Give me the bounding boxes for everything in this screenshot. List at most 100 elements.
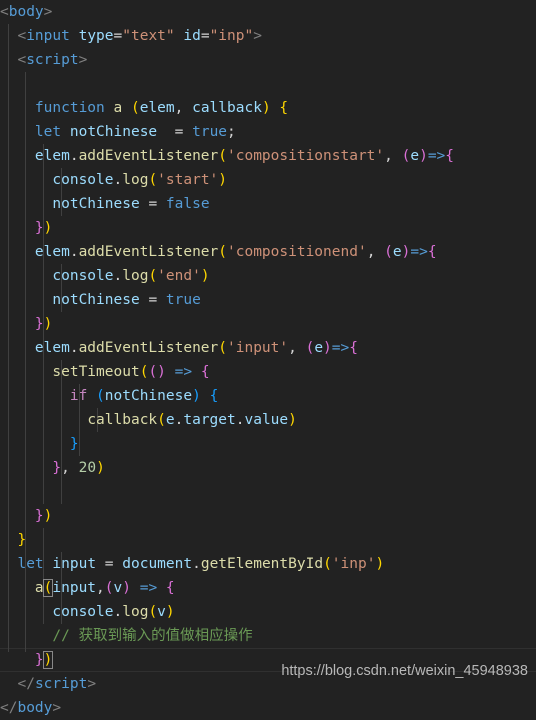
token-op: , — [288, 340, 297, 356]
token-var: elem — [34, 340, 70, 356]
token-var: notChinese — [104, 388, 193, 404]
code-line[interactable]: // 获取到输入的值做相应操作 — [0, 624, 536, 648]
code-editor[interactable]: <body> <input type="text" id="inp"> <scr… — [0, 0, 536, 716]
token-var: console — [52, 172, 114, 188]
code-line[interactable]: } — [0, 528, 536, 552]
token-bracket: ) — [192, 388, 201, 404]
code-line[interactable]: console.log('start') — [0, 168, 536, 192]
token-string: 'end' — [157, 268, 201, 284]
code-line[interactable]: elem.addEventListener('compositionend', … — [0, 240, 536, 264]
token-var: e — [410, 148, 420, 164]
token-bracket: ( — [218, 244, 227, 260]
token-op: => — [410, 244, 428, 260]
code-line[interactable]: console.log('end') — [0, 264, 536, 288]
token-bracket: } — [34, 652, 44, 668]
code-line[interactable]: } — [0, 432, 536, 456]
code-line[interactable]: elem.addEventListener('input', (e)=>{ — [0, 336, 536, 360]
token-op: , — [384, 148, 393, 164]
token-var: elem — [34, 148, 70, 164]
token-punct: > — [43, 4, 53, 20]
code-line[interactable]: let notChinese = true; — [0, 120, 536, 144]
code-line[interactable]: callback(e.target.value) — [0, 408, 536, 432]
token-bracket: ( — [323, 556, 332, 572]
token-keyword: let — [34, 124, 62, 140]
token-function-name: log — [122, 172, 149, 188]
token-tag: body — [8, 4, 44, 20]
token-op: = — [200, 28, 210, 44]
token-bracket: { — [279, 100, 289, 116]
code-line[interactable]: a(input,(v) => { — [0, 576, 536, 600]
code-line[interactable]: }) — [0, 504, 536, 528]
code-line[interactable]: }, 20) — [0, 456, 536, 480]
code-line[interactable]: console.log(v) — [0, 600, 536, 624]
token-bracket: ) — [200, 268, 210, 284]
token-tag: script — [34, 676, 88, 692]
code-line[interactable]: <input type="text" id="inp"> — [0, 24, 536, 48]
code-line[interactable]: notChinese = false — [0, 192, 536, 216]
token-var: input — [52, 556, 97, 572]
comment-cjk-text: 获取到输入的值做相应操作 — [78, 628, 253, 644]
token-string: "text" — [122, 28, 175, 44]
token-var: v — [157, 604, 166, 620]
code-line[interactable]: <script> — [0, 48, 536, 72]
code-line[interactable]: <body> — [0, 0, 536, 24]
watermark-url: https://blog.csdn.net/weixin_45948938 — [281, 663, 528, 679]
token-function-name: callback — [87, 412, 158, 428]
token-var: input — [52, 580, 97, 596]
token-punct: > — [87, 676, 97, 692]
token-punct: < — [17, 28, 27, 44]
token-bracket: } — [34, 508, 44, 524]
token-bracket: ) — [261, 100, 271, 116]
token-punct: </ — [17, 676, 35, 692]
code-line[interactable]: let input = document.getElementById('inp… — [0, 552, 536, 576]
token-bracket: } — [34, 220, 44, 236]
token-var: callback — [192, 100, 262, 116]
code-line[interactable]: }) — [0, 216, 536, 240]
token-op: = — [148, 196, 158, 212]
token-var: value — [244, 412, 289, 428]
token-op: = — [113, 28, 123, 44]
token-op: = — [174, 124, 184, 140]
token-string: 'inp' — [331, 556, 376, 572]
token-keyword: let — [17, 556, 44, 572]
code-line[interactable]: notChinese = true — [0, 288, 536, 312]
token-function-name: a — [113, 100, 123, 116]
token-punct: > — [253, 28, 262, 44]
token-var: v — [113, 580, 123, 596]
token-var: notChinese — [69, 124, 158, 140]
token-bracket: ) — [375, 556, 385, 572]
token-var: console — [52, 604, 114, 620]
token-var: e — [392, 244, 402, 260]
token-bracket: ( — [96, 388, 105, 404]
token-bracket: } — [17, 532, 27, 548]
token-attr: type — [78, 28, 114, 44]
code-line-blank[interactable] — [0, 72, 536, 96]
token-op: . — [69, 244, 79, 260]
code-line[interactable]: </body> — [0, 696, 536, 720]
code-line[interactable]: function a (elem, callback) { — [0, 96, 536, 120]
token-punct: > — [78, 52, 88, 68]
code-line[interactable]: elem.addEventListener('compositionstart'… — [0, 144, 536, 168]
token-function-name: addEventListener — [78, 244, 219, 260]
code-line[interactable]: setTimeout(() => { — [0, 360, 536, 384]
token-tag: input — [26, 28, 70, 44]
token-bracket: { — [209, 388, 219, 404]
token-op: => — [174, 364, 193, 380]
token-var: target — [183, 412, 236, 428]
token-op: , — [96, 580, 105, 596]
token-punct: > — [52, 700, 62, 716]
token-function-name: setTimeout — [52, 364, 140, 380]
token-function-name: addEventListener — [78, 148, 219, 164]
token-op: => — [139, 580, 158, 596]
token-keyword: false — [165, 196, 210, 212]
bracket-match-highlight: ) — [42, 651, 54, 669]
token-bracket: ) — [218, 172, 228, 188]
token-bracket: ) — [288, 412, 297, 428]
code-line[interactable]: }) — [0, 312, 536, 336]
token-var: notChinese — [52, 196, 140, 212]
token-bracket: { — [200, 364, 210, 380]
token-op: . — [113, 604, 123, 620]
token-tag: script — [26, 52, 79, 68]
code-line-blank[interactable] — [0, 480, 536, 504]
code-line[interactable]: if (notChinese) { — [0, 384, 536, 408]
